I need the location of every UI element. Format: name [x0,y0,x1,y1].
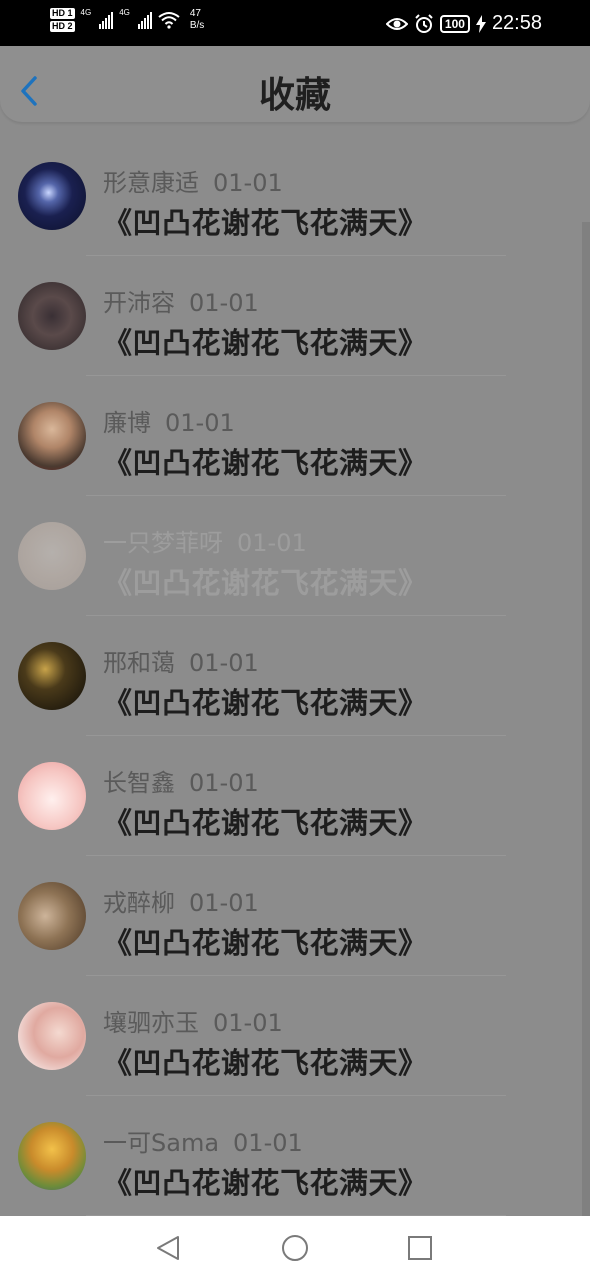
circle-home-icon [282,1235,308,1261]
page-title: 收藏 [258,75,331,116]
book-title: 《凹凸花谢花飞花满天》 [103,1166,428,1200]
avatar[interactable] [18,1002,86,1070]
item-meta: 长智鑫 01-01 [103,763,259,798]
hd-indicators: HD 1 HD 2 [50,8,75,32]
system-navigation-bar [0,1216,590,1280]
username: 廉博 [103,409,151,437]
clock: 22:58 [491,12,542,34]
favorite-item[interactable]: 一可Sama 01-01 《凹凸花谢花飞花满天》 [0,1096,580,1216]
item-meta: 形意康适 01-01 [103,163,283,198]
favorite-item[interactable]: 廉博 01-01 《凹凸花谢花飞花满天》 [0,376,580,496]
item-meta: 一只梦菲呀 01-01 [103,523,307,558]
network-speed-unit: B/s [189,20,205,31]
date: 01-01 [189,649,259,677]
username: 邢和蔼 [103,649,175,677]
eye-icon [385,17,408,30]
date: 01-01 [189,889,259,917]
date: 01-01 [189,769,259,797]
battery-icon: 100 [439,14,470,33]
square-recents-icon [408,1236,432,1260]
item-meta: 一可Sama 01-01 [103,1123,303,1158]
avatar[interactable] [18,522,86,590]
item-meta: 开沛容 01-01 [103,283,259,318]
username: 戎醉柳 [103,889,175,917]
username: 一可Sama [103,1129,220,1157]
favorite-item[interactable]: 邢和蔼 01-01 《凹凸花谢花飞花满天》 [0,616,580,736]
status-left: HD 1 HD 2 4G 4G 47 B/s [50,8,204,32]
username: 形意康适 [103,169,199,197]
username: 长智鑫 [103,769,175,797]
nav-recents-button[interactable] [404,1232,436,1264]
avatar[interactable] [18,762,86,830]
item-meta: 廉博 01-01 [103,403,235,438]
header-bar: 收藏 [0,46,590,122]
triangle-back-icon [157,1236,179,1260]
wifi-icon [158,12,180,29]
item-meta: 壤驷亦玉 01-01 [103,1003,283,1038]
scrollbar[interactable] [582,222,590,1216]
nav-back-button[interactable] [152,1232,184,1264]
item-meta: 戎醉柳 01-01 [103,883,259,918]
nav-home-button[interactable] [279,1232,311,1264]
book-title: 《凹凸花谢花飞花满天》 [103,926,428,960]
favorite-item[interactable]: 戎醉柳 01-01 《凹凸花谢花飞花满天》 [0,856,580,976]
avatar[interactable] [18,1122,86,1190]
date: 01-01 [213,1009,283,1037]
book-title: 《凹凸花谢花飞花满天》 [103,1046,428,1080]
favorite-item[interactable]: 开沛容 01-01 《凹凸花谢花飞花满天》 [0,256,580,376]
hd2-badge: HD 2 [50,21,75,32]
network-speed-value: 47 [189,8,201,19]
signal-icon [99,11,114,29]
favorites-screen: 收藏 形意康适 01-01 《凹凸花谢花飞花满天》 开沛容 01-01 《凹凸花谢花飞花满… [0,46,590,1216]
book-title: 《凹凸花谢花飞花满天》 [103,686,428,720]
signal-icon [137,11,152,29]
network-speed: 47 B/s [190,8,204,32]
book-title: 《凹凸花谢花飞花满天》 [103,446,428,480]
favorite-item[interactable]: 长智鑫 01-01 《凹凸花谢花飞花满天》 [0,736,580,856]
favorite-item[interactable]: 形意康适 01-01 《凹凸花谢花飞花满天》 [0,136,580,256]
date: 01-01 [165,409,235,437]
book-title: 《凹凸花谢花飞花满天》 [103,326,428,360]
alarm-icon [415,13,433,33]
book-title: 《凹凸花谢花飞花满天》 [103,206,428,240]
book-title: 《凹凸花谢花飞花满天》 [103,806,428,840]
status-right: 100 22:58 [385,12,542,35]
book-title: 《凹凸花谢花飞花满天》 [103,566,428,600]
hd1-badge: HD 1 [50,8,75,19]
avatar[interactable] [18,402,86,470]
favorites-list: 形意康适 01-01 《凹凸花谢花飞花满天》 开沛容 01-01 《凹凸花谢花飞花满天》廉… [0,136,580,1216]
username: 一只梦菲呀 [103,529,223,557]
username: 壤驷亦玉 [103,1009,199,1037]
favorite-item[interactable]: 壤驷亦玉 01-01 《凹凸花谢花飞花满天》 [0,976,580,1096]
sim1-network-label: 4G [80,7,92,17]
date: 01-01 [189,289,259,317]
avatar[interactable] [18,162,86,230]
username: 开沛容 [103,289,175,317]
charging-icon [475,14,486,33]
item-meta: 邢和蔼 01-01 [103,643,259,678]
status-bar: HD 1 HD 2 4G 4G 47 B/s 100 22:58 [0,0,590,46]
date: 01-01 [213,169,283,197]
favorite-item[interactable]: 一只梦菲呀 01-01 《凹凸花谢花飞花满天》 [0,496,580,616]
avatar[interactable] [18,282,86,350]
sim2-network-label: 4G [119,7,130,17]
date: 01-01 [237,529,307,557]
avatar[interactable] [18,642,86,710]
avatar[interactable] [18,882,86,950]
date: 01-01 [233,1129,303,1157]
